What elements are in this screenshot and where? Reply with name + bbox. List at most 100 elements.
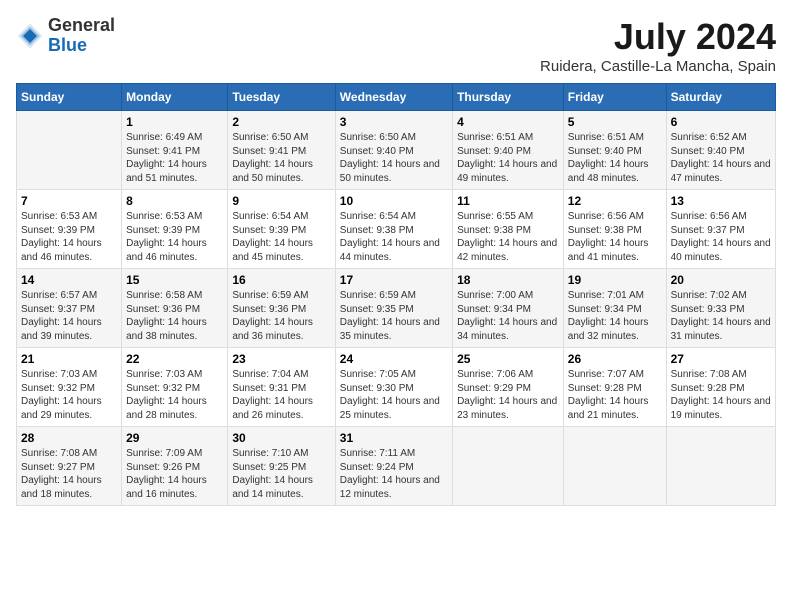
header-tuesday: Tuesday (228, 84, 335, 111)
calendar-cell: 23 Sunrise: 7:04 AMSunset: 9:31 PMDayligh… (228, 348, 335, 427)
calendar-cell (563, 427, 666, 506)
day-number: 8 (126, 194, 223, 208)
calendar-cell (453, 427, 564, 506)
week-row-2: 7 Sunrise: 6:53 AMSunset: 9:39 PMDaylight… (17, 190, 776, 269)
calendar-cell: 19Sunrise: 7:01 AMSunset: 9:34 PMDayligh… (563, 269, 666, 348)
calendar-cell: 4Sunrise: 6:51 AMSunset: 9:40 PMDaylight… (453, 111, 564, 190)
day-number: 27 (671, 352, 771, 366)
day-number: 13 (671, 194, 771, 208)
calendar-cell: 1 Sunrise: 6:49 AMSunset: 9:41 PMDaylight… (122, 111, 228, 190)
day-info: Sunrise: 6:58 AMSunset: 9:36 PMDaylight:… (126, 289, 223, 343)
header-sunday: Sunday (17, 84, 122, 111)
day-info: Sunrise: 7:11 AMSunset: 9:24 PMDaylight:… (340, 447, 448, 501)
calendar-cell: 21 Sunrise: 7:03 AMSunset: 9:32 PMDayligh… (17, 348, 122, 427)
calendar-cell: 18 Sunrise: 7:00 AMSunset: 9:34 PMDayligh… (453, 269, 564, 348)
calendar-cell: 29Sunrise: 7:09 AMSunset: 9:26 PMDayligh… (122, 427, 228, 506)
day-number: 2 (232, 115, 330, 129)
day-info: Sunrise: 7:03 AMSunset: 9:32 PMDaylight:… (21, 368, 117, 422)
day-info: Sunrise: 7:03 AMSunset: 9:32 PMDaylight:… (126, 368, 223, 422)
day-info: Sunrise: 6:51 AMSunset: 9:40 PMDaylight:… (457, 131, 559, 185)
day-info: Sunrise: 7:02 AMSunset: 9:33 PMDaylight:… (671, 289, 771, 343)
header: General Blue July 2024 Ruidera, Castille… (16, 16, 776, 75)
calendar-cell: 17 Sunrise: 6:59 AMSunset: 9:35 PMDayligh… (335, 269, 452, 348)
day-number: 20 (671, 273, 771, 287)
calendar-cell: 20 Sunrise: 7:02 AMSunset: 9:33 PMDayligh… (666, 269, 775, 348)
calendar-table: Sunday Monday Tuesday Wednesday Thursday… (16, 83, 776, 506)
calendar-subtitle: Ruidera, Castille-La Mancha, Spain (540, 58, 776, 75)
day-info: Sunrise: 6:49 AMSunset: 9:41 PMDaylight:… (126, 131, 223, 185)
calendar-cell: 25 Sunrise: 7:06 AMSunset: 9:29 PMDayligh… (453, 348, 564, 427)
calendar-cell (666, 427, 775, 506)
day-info: Sunrise: 6:51 AMSunset: 9:40 PMDaylight:… (568, 131, 662, 185)
day-number: 14 (21, 273, 117, 287)
day-info: Sunrise: 6:56 AMSunset: 9:38 PMDaylight:… (568, 210, 662, 264)
day-info: Sunrise: 6:59 AMSunset: 9:35 PMDaylight:… (340, 289, 448, 343)
calendar-body: 1 Sunrise: 6:49 AMSunset: 9:41 PMDaylight… (17, 111, 776, 506)
header-thursday: Thursday (453, 84, 564, 111)
calendar-cell: 28 Sunrise: 7:08 AMSunset: 9:27 PMDayligh… (17, 427, 122, 506)
day-number: 10 (340, 194, 448, 208)
logo-text: General Blue (48, 16, 115, 56)
day-number: 16 (232, 273, 330, 287)
day-number: 22 (126, 352, 223, 366)
day-info: Sunrise: 6:59 AMSunset: 9:36 PMDaylight:… (232, 289, 330, 343)
calendar-cell: 26 Sunrise: 7:07 AMSunset: 9:28 PMDayligh… (563, 348, 666, 427)
calendar-cell: 13 Sunrise: 6:56 AMSunset: 9:37 PMDayligh… (666, 190, 775, 269)
calendar-cell: 8Sunrise: 6:53 AMSunset: 9:39 PMDaylight… (122, 190, 228, 269)
calendar-cell: 2 Sunrise: 6:50 AMSunset: 9:41 PMDaylight… (228, 111, 335, 190)
day-number: 9 (232, 194, 330, 208)
day-info: Sunrise: 6:52 AMSunset: 9:40 PMDaylight:… (671, 131, 771, 185)
day-info: Sunrise: 6:50 AMSunset: 9:41 PMDaylight:… (232, 131, 330, 185)
day-number: 5 (568, 115, 662, 129)
day-info: Sunrise: 7:08 AMSunset: 9:27 PMDaylight:… (21, 447, 117, 501)
day-number: 23 (232, 352, 330, 366)
day-number: 24 (340, 352, 448, 366)
day-number: 6 (671, 115, 771, 129)
day-info: Sunrise: 6:57 AMSunset: 9:37 PMDaylight:… (21, 289, 117, 343)
calendar-cell: 10 Sunrise: 6:54 AMSunset: 9:38 PMDayligh… (335, 190, 452, 269)
day-info: Sunrise: 6:55 AMSunset: 9:38 PMDaylight:… (457, 210, 559, 264)
day-info: Sunrise: 7:06 AMSunset: 9:29 PMDaylight:… (457, 368, 559, 422)
calendar-title: July 2024 (540, 16, 776, 58)
day-info: Sunrise: 6:54 AMSunset: 9:38 PMDaylight:… (340, 210, 448, 264)
calendar-cell (17, 111, 122, 190)
calendar-cell: 3Sunrise: 6:50 AMSunset: 9:40 PMDaylight… (335, 111, 452, 190)
day-number: 11 (457, 194, 559, 208)
calendar-cell: 31Sunrise: 7:11 AMSunset: 9:24 PMDayligh… (335, 427, 452, 506)
day-number: 21 (21, 352, 117, 366)
week-row-1: 1 Sunrise: 6:49 AMSunset: 9:41 PMDaylight… (17, 111, 776, 190)
calendar-cell: 7 Sunrise: 6:53 AMSunset: 9:39 PMDaylight… (17, 190, 122, 269)
calendar-header: Sunday Monday Tuesday Wednesday Thursday… (17, 84, 776, 111)
header-friday: Friday (563, 84, 666, 111)
week-row-3: 14 Sunrise: 6:57 AMSunset: 9:37 PMDayligh… (17, 269, 776, 348)
day-info: Sunrise: 6:56 AMSunset: 9:37 PMDaylight:… (671, 210, 771, 264)
calendar-cell: 9 Sunrise: 6:54 AMSunset: 9:39 PMDaylight… (228, 190, 335, 269)
day-info: Sunrise: 6:50 AMSunset: 9:40 PMDaylight:… (340, 131, 448, 185)
logo-icon (16, 22, 44, 50)
day-info: Sunrise: 6:53 AMSunset: 9:39 PMDaylight:… (21, 210, 117, 264)
calendar-cell: 16 Sunrise: 6:59 AMSunset: 9:36 PMDayligh… (228, 269, 335, 348)
calendar-cell: 15 Sunrise: 6:58 AMSunset: 9:36 PMDayligh… (122, 269, 228, 348)
title-block: July 2024 Ruidera, Castille-La Mancha, S… (540, 16, 776, 75)
day-number: 17 (340, 273, 448, 287)
day-number: 25 (457, 352, 559, 366)
day-info: Sunrise: 7:00 AMSunset: 9:34 PMDaylight:… (457, 289, 559, 343)
header-saturday: Saturday (666, 84, 775, 111)
calendar-cell: 30Sunrise: 7:10 AMSunset: 9:25 PMDayligh… (228, 427, 335, 506)
day-number: 15 (126, 273, 223, 287)
day-number: 18 (457, 273, 559, 287)
calendar-cell: 5 Sunrise: 6:51 AMSunset: 9:40 PMDaylight… (563, 111, 666, 190)
day-number: 7 (21, 194, 117, 208)
day-info: Sunrise: 7:08 AMSunset: 9:28 PMDaylight:… (671, 368, 771, 422)
day-info: Sunrise: 7:07 AMSunset: 9:28 PMDaylight:… (568, 368, 662, 422)
calendar-cell: 14 Sunrise: 6:57 AMSunset: 9:37 PMDayligh… (17, 269, 122, 348)
day-number: 26 (568, 352, 662, 366)
day-info: Sunrise: 7:09 AMSunset: 9:26 PMDaylight:… (126, 447, 223, 501)
day-info: Sunrise: 7:04 AMSunset: 9:31 PMDaylight:… (232, 368, 330, 422)
day-info: Sunrise: 7:05 AMSunset: 9:30 PMDaylight:… (340, 368, 448, 422)
day-number: 28 (21, 431, 117, 445)
day-info: Sunrise: 6:54 AMSunset: 9:39 PMDaylight:… (232, 210, 330, 264)
day-number: 1 (126, 115, 223, 129)
days-header-row: Sunday Monday Tuesday Wednesday Thursday… (17, 84, 776, 111)
day-number: 12 (568, 194, 662, 208)
